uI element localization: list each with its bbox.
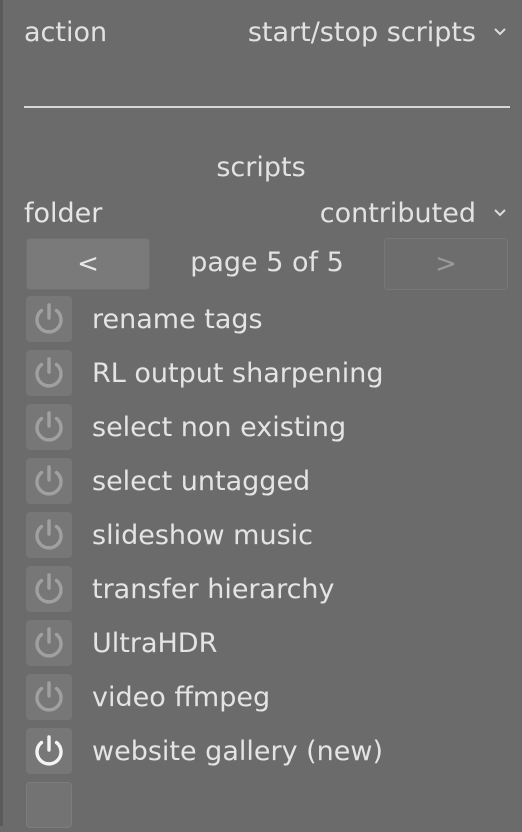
script-toggle-button[interactable]: [26, 512, 72, 558]
folder-value: contributed: [319, 197, 476, 229]
script-label: website gallery (new): [92, 735, 384, 767]
script-label: UltraHDR: [92, 627, 218, 659]
previous-page-button[interactable]: <: [26, 238, 150, 290]
power-icon: [35, 735, 63, 766]
action-combobox[interactable]: start/stop scripts: [248, 17, 510, 48]
script-label: video ffmpeg: [92, 681, 271, 713]
folder-combobox[interactable]: contributed: [320, 198, 510, 229]
script-item: rename tags: [26, 292, 506, 346]
script-toggle-button[interactable]: [26, 674, 72, 720]
folder-row: folder contributed: [24, 192, 510, 234]
action-label: action: [24, 16, 108, 48]
script-toggle-button[interactable]: [26, 728, 72, 774]
script-toggle-button[interactable]: [26, 620, 72, 666]
script-item: UltraHDR: [26, 616, 506, 670]
power-icon: [35, 465, 63, 496]
script-toggle-button[interactable]: [26, 458, 72, 504]
empty-toggle-button: [26, 782, 72, 828]
script-label: RL output sharpening: [92, 357, 384, 389]
script-item: select non existing: [26, 400, 506, 454]
empty-script-slot: [26, 778, 506, 832]
script-item: transfer hierarchy: [26, 562, 506, 616]
power-icon: [35, 627, 63, 658]
power-icon: [35, 303, 63, 334]
script-item: select untagged: [26, 454, 506, 508]
folder-label: folder: [24, 197, 103, 229]
script-item: video ffmpeg: [26, 670, 506, 724]
script-label: select non existing: [92, 411, 347, 443]
script-item: website gallery (new): [26, 724, 506, 778]
script-item: slideshow music: [26, 508, 506, 562]
script-list: rename tags RL output sharpening select no…: [26, 292, 506, 832]
power-icon: [35, 681, 63, 712]
script-label: transfer hierarchy: [92, 573, 335, 605]
action-row: action start/stop scripts: [24, 12, 510, 52]
chevron-down-icon: [494, 209, 506, 217]
chevron-down-icon: [494, 28, 506, 36]
pager: page 5 of 5 < >: [26, 238, 508, 290]
power-icon: [35, 357, 63, 388]
script-label: slideshow music: [92, 519, 314, 551]
script-item: RL output sharpening: [26, 346, 506, 400]
script-toggle-button[interactable]: [26, 404, 72, 450]
next-page-button[interactable]: >: [384, 238, 508, 290]
script-label: rename tags: [92, 303, 263, 335]
script-toggle-button[interactable]: [26, 350, 72, 396]
power-icon: [35, 573, 63, 604]
panel-edge: [0, 0, 3, 826]
script-label: select untagged: [92, 465, 311, 497]
section-divider: [24, 106, 510, 108]
action-value: start/stop scripts: [247, 16, 476, 48]
scripts-section-title: scripts: [216, 152, 306, 183]
power-icon: [35, 411, 63, 442]
power-icon: [35, 519, 63, 550]
script-toggle-button[interactable]: [26, 296, 72, 342]
script-toggle-button[interactable]: [26, 566, 72, 612]
